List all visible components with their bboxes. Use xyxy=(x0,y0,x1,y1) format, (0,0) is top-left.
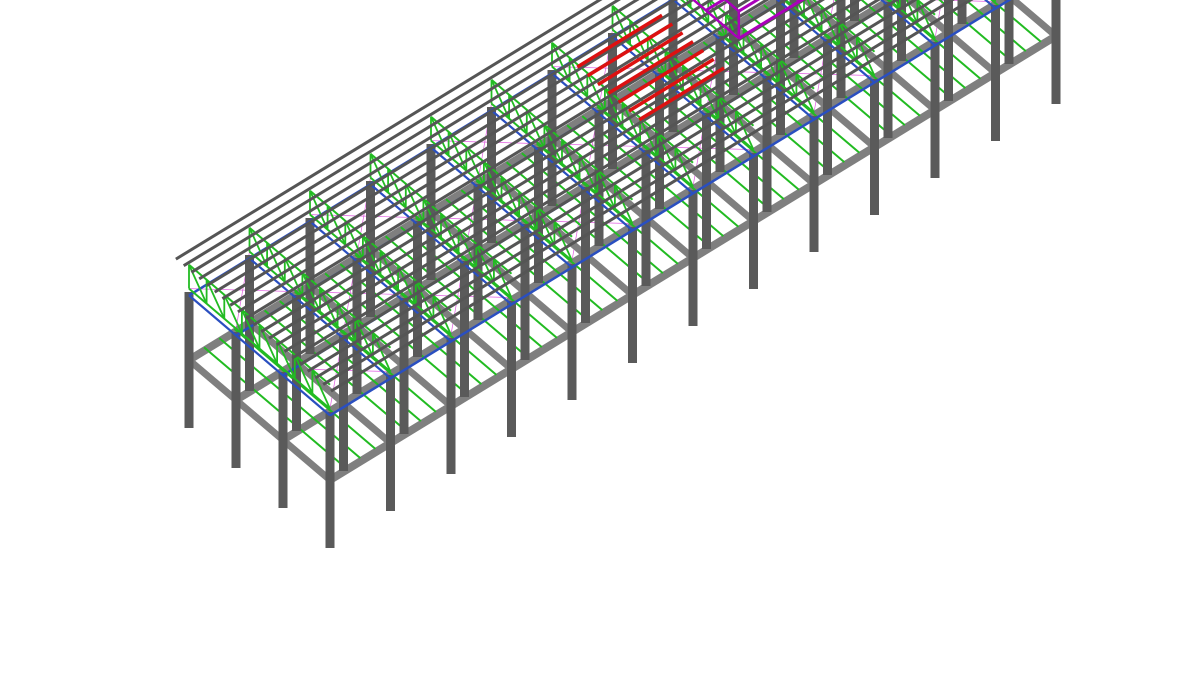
floor-joist xyxy=(203,346,346,469)
structural-frame-3d-model xyxy=(175,0,1061,548)
model-viewport[interactable] xyxy=(0,0,1200,675)
